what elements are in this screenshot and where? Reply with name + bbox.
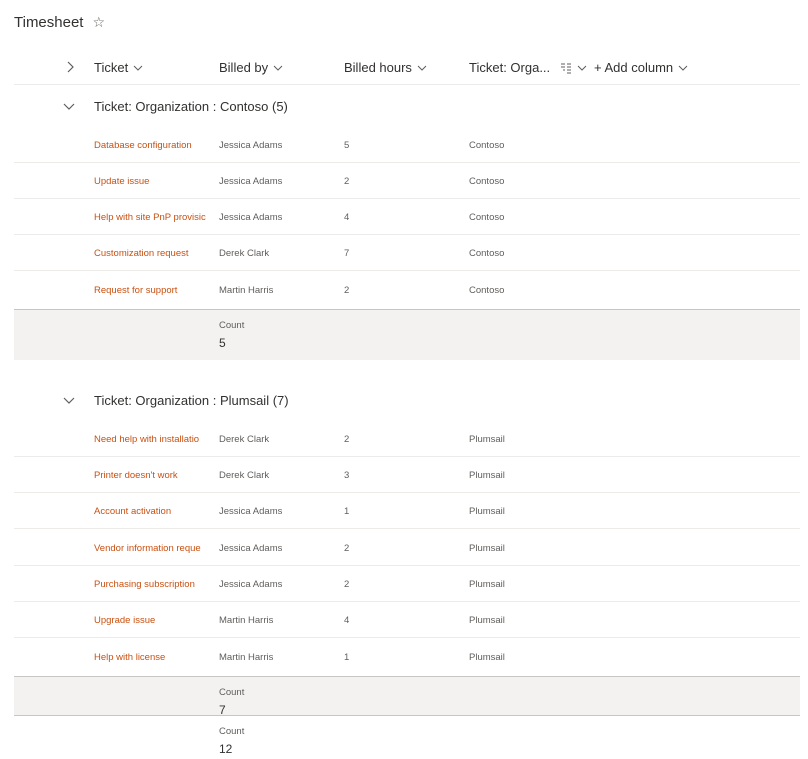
group-header-plumsail: Ticket: Organization : Plumsail (7) <box>14 382 800 420</box>
chevron-down-icon <box>133 63 143 73</box>
table-row[interactable]: Database configuration Jessica Adams 5 C… <box>14 127 800 163</box>
page-header: Timesheet ☆ <box>14 12 105 32</box>
table-row[interactable]: Vendor information reque Jessica Adams 2… <box>14 530 800 566</box>
add-column-label: + Add column <box>594 60 674 75</box>
count-label: Count <box>219 687 245 698</box>
group-title: Ticket: Organization : Contoso (5) <box>94 99 288 114</box>
organization-cell: Plumsail <box>469 469 505 481</box>
billed-by-cell: Jessica Adams <box>219 211 283 223</box>
organization-cell: Contoso <box>469 175 505 187</box>
ticket-link[interactable]: Help with license <box>94 639 210 675</box>
expand-all-chevron-right-icon[interactable] <box>62 59 78 75</box>
organization-cell: Contoso <box>469 284 505 296</box>
ticket-link[interactable]: Customization request <box>94 235 210 271</box>
billed-hours-cell: 4 <box>344 211 350 223</box>
billed-hours-cell: 4 <box>344 614 350 626</box>
collapse-group-chevron-down-icon[interactable] <box>62 101 76 113</box>
grand-total-footer: Count 12 <box>14 715 800 759</box>
ticket-link[interactable]: Need help with installatio <box>94 421 210 457</box>
ticket-link[interactable]: Printer doesn't work <box>94 457 210 493</box>
billed-by-cell: Derek Clark <box>219 433 270 445</box>
column-header-row: Ticket Billed by Billed hours Ticket: Or… <box>14 51 800 85</box>
billed-by-cell: Derek Clark <box>219 469 270 481</box>
ticket-link[interactable]: Request for support <box>94 272 210 308</box>
billed-hours-cell: 7 <box>344 247 350 259</box>
table-row[interactable]: Request for support Martin Harris 2 Cont… <box>14 272 800 308</box>
column-header-billed-hours-label: Billed hours <box>344 60 412 75</box>
billed-hours-cell: 2 <box>344 542 350 554</box>
billed-hours-cell: 2 <box>344 175 350 187</box>
column-header-ticket-label: Ticket <box>94 60 129 75</box>
billed-hours-cell: 2 <box>344 433 350 445</box>
ticket-link[interactable]: Help with site PnP provisic <box>94 199 210 235</box>
chevron-down-icon <box>577 63 587 73</box>
table-row[interactable]: Account activation Jessica Adams 1 Plums… <box>14 493 800 529</box>
page-title: Timesheet <box>14 13 84 31</box>
count-label: Count <box>219 320 245 331</box>
table-row[interactable]: Update issue Jessica Adams 2 Contoso <box>14 163 800 199</box>
billed-by-cell: Jessica Adams <box>219 542 283 554</box>
organization-cell: Plumsail <box>469 578 505 590</box>
table-row[interactable]: Printer doesn't work Derek Clark 3 Plums… <box>14 457 800 493</box>
ticket-link[interactable]: Upgrade issue <box>94 602 210 638</box>
billed-hours-cell: 1 <box>344 651 350 663</box>
table-row[interactable]: Help with license Martin Harris 1 Plumsa… <box>14 639 800 675</box>
billed-by-cell: Martin Harris <box>219 614 274 626</box>
organization-cell: Plumsail <box>469 433 505 445</box>
ticket-link[interactable]: Vendor information reque <box>94 530 210 566</box>
billed-hours-cell: 2 <box>344 578 350 590</box>
chevron-down-icon <box>417 63 427 73</box>
column-header-ticket[interactable]: Ticket <box>94 51 143 84</box>
table-row[interactable]: Upgrade issue Martin Harris 4 Plumsail <box>14 602 800 638</box>
star-icon[interactable]: ☆ <box>92 15 105 29</box>
column-header-billed-by-label: Billed by <box>219 60 269 75</box>
column-header-ticket-organization-label: Ticket: Orga... <box>469 60 551 75</box>
chevron-down-icon <box>273 63 283 73</box>
billed-by-cell: Martin Harris <box>219 651 274 663</box>
table-row[interactable]: Customization request Derek Clark 7 Cont… <box>14 235 800 271</box>
group-footer-contoso: Count 5 <box>14 309 800 360</box>
count-value: 5 <box>219 336 226 350</box>
organization-cell: Plumsail <box>469 505 505 517</box>
billed-hours-cell: 1 <box>344 505 350 517</box>
billed-hours-cell: 2 <box>344 284 350 296</box>
billed-by-cell: Jessica Adams <box>219 175 283 187</box>
group-header-contoso: Ticket: Organization : Contoso (5) <box>14 88 800 126</box>
ticket-link[interactable]: Update issue <box>94 163 210 199</box>
ticket-link[interactable]: Account activation <box>94 493 210 529</box>
organization-cell: Contoso <box>469 139 505 151</box>
chevron-down-icon <box>678 63 688 73</box>
grand-total-value: 12 <box>219 742 233 756</box>
grand-total-label: Count <box>219 726 245 737</box>
billed-hours-cell: 3 <box>344 469 350 481</box>
organization-cell: Plumsail <box>469 651 505 663</box>
billed-by-cell: Derek Clark <box>219 247 270 259</box>
organization-cell: Plumsail <box>469 614 505 626</box>
group-title: Ticket: Organization : Plumsail (7) <box>94 393 289 408</box>
billed-by-cell: Jessica Adams <box>219 139 283 151</box>
billed-by-cell: Jessica Adams <box>219 505 283 517</box>
billed-by-cell: Jessica Adams <box>219 578 283 590</box>
ticket-link[interactable]: Database configuration <box>94 127 210 163</box>
ticket-link[interactable]: Purchasing subscription <box>94 566 210 602</box>
billed-by-cell: Martin Harris <box>219 284 274 296</box>
table-row[interactable]: Need help with installatio Derek Clark 2… <box>14 421 800 457</box>
column-header-billed-by[interactable]: Billed by <box>219 51 283 84</box>
organization-cell: Contoso <box>469 211 505 223</box>
billed-hours-cell: 5 <box>344 139 350 151</box>
table-row[interactable]: Help with site PnP provisic Jessica Adam… <box>14 199 800 235</box>
group-footer-plumsail: Count 7 <box>14 676 800 717</box>
add-column-button[interactable]: + Add column <box>594 51 688 84</box>
organization-cell: Plumsail <box>469 542 505 554</box>
column-header-ticket-organization[interactable]: Ticket: Orga... <box>469 51 587 84</box>
collapse-group-chevron-down-icon[interactable] <box>62 395 76 407</box>
table-row[interactable]: Purchasing subscription Jessica Adams 2 … <box>14 566 800 602</box>
group-by-icon <box>560 62 572 74</box>
organization-cell: Contoso <box>469 247 505 259</box>
column-header-billed-hours[interactable]: Billed hours <box>344 51 427 84</box>
